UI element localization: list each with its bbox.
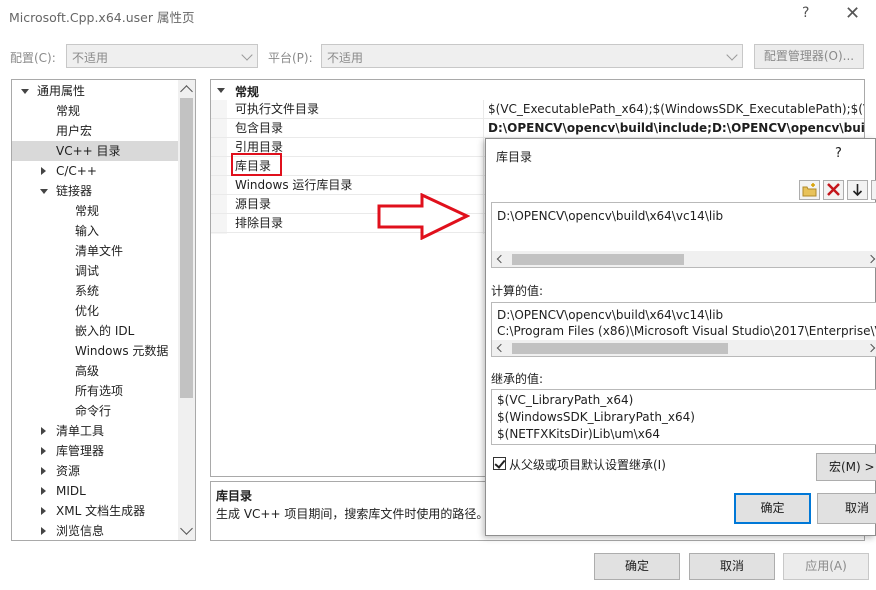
cancel-button[interactable]: 取消 bbox=[689, 553, 775, 580]
tree-item-linker[interactable]: 链接器 bbox=[12, 181, 180, 201]
scroll-thumb[interactable] bbox=[512, 343, 728, 354]
platform-value: 不适用 bbox=[327, 51, 364, 65]
scroll-up-icon[interactable] bbox=[180, 85, 193, 98]
macro-button[interactable]: 宏(M) > bbox=[816, 453, 876, 481]
dialog-help-button[interactable]: ? bbox=[835, 146, 842, 161]
window-title: Microsoft.Cpp.x64.user 属性页 bbox=[9, 10, 195, 25]
platform-label: 平台(P): bbox=[268, 51, 313, 65]
platform-select[interactable]: 不适用 bbox=[321, 44, 743, 68]
computed-values-box: D:\OPENCV\opencv\build\x64\vc14\lib C:\P… bbox=[491, 302, 876, 357]
close-button[interactable]: ✕ bbox=[845, 3, 860, 24]
library-dirs-dialog: 库目录 ? D:\OPENCV\opencv\build\x64\vc14\li… bbox=[485, 138, 876, 536]
inherited-values-label: 继承的值: bbox=[491, 372, 544, 386]
description-title: 库目录 bbox=[216, 489, 253, 503]
expand-icon[interactable] bbox=[41, 527, 46, 535]
inherit-checkbox[interactable] bbox=[493, 457, 506, 470]
tree-item-linker-advanced[interactable]: 高级 bbox=[12, 361, 180, 381]
scroll-left-icon[interactable] bbox=[496, 343, 506, 353]
scroll-left-icon[interactable] bbox=[496, 254, 506, 264]
tree-item-linker-command-line[interactable]: 命令行 bbox=[12, 401, 180, 421]
grid-category-general[interactable]: 常规 bbox=[211, 80, 864, 100]
tree-item-linker-debugging[interactable]: 调试 bbox=[12, 261, 180, 281]
scroll-right-icon[interactable] bbox=[866, 343, 876, 353]
inherited-line: $(WindowsSDK_LibraryPath_x64) bbox=[497, 410, 695, 424]
expand-icon[interactable] bbox=[41, 507, 46, 515]
collapse-icon[interactable] bbox=[217, 88, 225, 93]
delete-icon bbox=[827, 183, 840, 196]
new-line-button[interactable] bbox=[799, 180, 820, 200]
tree-item-linker-optimization[interactable]: 优化 bbox=[12, 301, 180, 321]
expand-icon[interactable] bbox=[40, 189, 48, 194]
inherit-checkbox-label[interactable]: 从父级或项目默认设置继承(I) bbox=[509, 456, 666, 473]
grid-row-include-dirs[interactable]: 包含目录 D:\OPENCV\opencv\build\include;D:\O… bbox=[211, 119, 864, 138]
tree-item-manifest-tool[interactable]: 清单工具 bbox=[12, 421, 180, 441]
config-manager-button[interactable]: 配置管理器(O)... bbox=[754, 44, 864, 69]
tree-item-librarian[interactable]: 库管理器 bbox=[12, 441, 180, 461]
apply-button[interactable]: 应用(A) bbox=[783, 553, 869, 580]
computed-values-label: 计算的值: bbox=[491, 284, 544, 298]
move-up-icon bbox=[872, 181, 876, 199]
description-text: 生成 VC++ 项目期间，搜索库文件时使用的路径。 bbox=[216, 507, 489, 521]
tree-item-user-macros[interactable]: 用户宏 bbox=[12, 121, 180, 141]
move-up-button[interactable] bbox=[871, 180, 876, 200]
expand-icon[interactable] bbox=[41, 447, 46, 455]
dialog-title: 库目录 bbox=[496, 150, 533, 164]
grid-row-executable-dirs[interactable]: 可执行文件目录 $(VC_ExecutablePath_x64);$(Windo… bbox=[211, 100, 864, 119]
tree-scrollbar[interactable] bbox=[178, 80, 195, 540]
move-down-icon bbox=[852, 184, 863, 197]
expand-icon[interactable] bbox=[21, 89, 29, 94]
move-down-button[interactable] bbox=[847, 180, 868, 200]
tree-item-linker-all-options[interactable]: 所有选项 bbox=[12, 381, 180, 401]
entry-line[interactable]: D:\OPENCV\opencv\build\x64\vc14\lib bbox=[497, 209, 723, 223]
tree-item-general[interactable]: 常规 bbox=[12, 101, 180, 121]
inherited-line: $(NETFXKitsDir)Lib\um\x64 bbox=[497, 427, 661, 441]
highlight-box bbox=[231, 153, 282, 176]
scroll-thumb[interactable] bbox=[180, 98, 193, 398]
ok-button[interactable]: 确定 bbox=[594, 553, 680, 580]
entries-list[interactable]: D:\OPENCV\opencv\build\x64\vc14\lib bbox=[491, 202, 876, 268]
chevron-down-icon bbox=[241, 49, 253, 61]
expand-icon[interactable] bbox=[41, 167, 46, 175]
scroll-down-icon[interactable] bbox=[180, 522, 193, 535]
computed-line: C:\Program Files (x86)\Microsoft Visual … bbox=[497, 324, 876, 338]
scroll-right-icon[interactable] bbox=[866, 254, 876, 264]
config-label: 配置(C): bbox=[10, 51, 56, 65]
delete-button[interactable] bbox=[823, 180, 844, 200]
config-value: 不适用 bbox=[72, 51, 109, 65]
tree-item-common-properties[interactable]: 通用属性 bbox=[12, 81, 180, 101]
scroll-thumb[interactable] bbox=[512, 254, 684, 265]
tree-item-midl[interactable]: MIDL bbox=[12, 481, 180, 501]
inherited-line: $(VC_LibraryPath_x64) bbox=[497, 393, 634, 407]
inherited-values-box: $(VC_LibraryPath_x64) $(WindowsSDK_Libra… bbox=[491, 389, 876, 445]
expand-icon[interactable] bbox=[41, 467, 46, 475]
dialog-cancel-button[interactable]: 取消 bbox=[817, 493, 876, 524]
tree-item-browse-info[interactable]: 浏览信息 bbox=[12, 521, 180, 540]
help-button[interactable]: ? bbox=[802, 5, 809, 21]
tree-item-c-cpp[interactable]: C/C++ bbox=[12, 161, 180, 181]
tree-item-linker-system[interactable]: 系统 bbox=[12, 281, 180, 301]
title-bar: Microsoft.Cpp.x64.user 属性页 ? ✕ bbox=[0, 0, 876, 30]
property-tree[interactable]: 通用属性 常规 用户宏 VC++ 目录 C/C++ 链接器 常规 输入 清单文件… bbox=[11, 79, 196, 541]
tree-item-vc-directories[interactable]: VC++ 目录 bbox=[12, 141, 178, 161]
tree-item-linker-windows-metadata[interactable]: Windows 元数据 bbox=[12, 341, 180, 361]
tree-item-linker-embedded-idl[interactable]: 嵌入的 IDL bbox=[12, 321, 180, 341]
computed-line: D:\OPENCV\opencv\build\x64\vc14\lib bbox=[497, 308, 724, 322]
tree-item-linker-general[interactable]: 常规 bbox=[12, 201, 180, 221]
new-line-icon bbox=[802, 183, 817, 197]
dialog-ok-button[interactable]: 确定 bbox=[734, 493, 811, 524]
tree-item-xml-doc-generator[interactable]: XML 文档生成器 bbox=[12, 501, 180, 521]
entries-hscrollbar[interactable] bbox=[492, 251, 876, 267]
expand-icon[interactable] bbox=[41, 487, 46, 495]
config-select[interactable]: 不适用 bbox=[66, 44, 258, 68]
chevron-down-icon bbox=[726, 49, 738, 61]
arrow-annotation-icon bbox=[377, 193, 470, 240]
tree-item-linker-manifest[interactable]: 清单文件 bbox=[12, 241, 180, 261]
expand-icon[interactable] bbox=[41, 427, 46, 435]
computed-hscrollbar[interactable] bbox=[492, 340, 876, 356]
tree-item-linker-input[interactable]: 输入 bbox=[12, 221, 180, 241]
tree-item-resources[interactable]: 资源 bbox=[12, 461, 180, 481]
